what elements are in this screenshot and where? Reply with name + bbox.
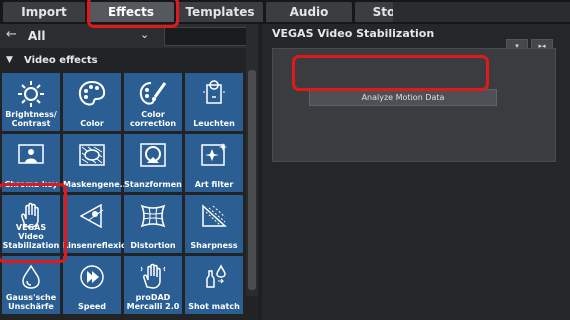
tab-bar: Import Effects Templates Audio Store [0,0,570,24]
lens-flare-icon [79,203,104,229]
sparkle-frame-icon [201,143,227,166]
shape-cut-icon [140,143,166,167]
triangle-down-icon[interactable]: ▼ [6,55,13,65]
analyze-motion-data-button[interactable]: Analyze Motion Data [309,89,497,106]
highlight-effects-tab [87,0,179,28]
effect-tile-brightness[interactable]: Brightness/ Contrast [2,73,60,131]
effect-label: Color correction [129,110,177,128]
effect-label: Color [80,119,104,128]
person-screen-icon [18,144,44,164]
sharpness-icon [202,204,227,227]
effect-label: Stanzformen [124,180,182,189]
effect-tile-color-correction[interactable]: Color correction [124,73,182,131]
effect-label: Speed [77,302,107,311]
effect-tile-linsenreflexion[interactable]: Linsenreflexion [63,195,133,253]
highlight-analyze-button [292,55,489,91]
search-input[interactable] [164,27,256,46]
effect-label: Distortion [130,241,176,250]
tab-import[interactable]: Import [3,2,85,22]
chevron-down-icon[interactable]: ⌄ [140,28,149,41]
effect-tile-sharpness[interactable]: Sharpness [185,195,243,253]
effect-tile-leuchten[interactable]: Leuchten [185,73,243,131]
effect-tile-shot-match[interactable]: Shot match [185,256,243,314]
scrollbar-thumb[interactable] [248,70,256,290]
grid-distort-icon [140,204,166,228]
effect-tile-maskengenerator[interactable]: Maskengene... [63,134,129,192]
tab-templates[interactable]: Templates [177,2,263,22]
effect-label: Gauss'sche Unschärfe [5,293,57,311]
tab-audio[interactable]: Audio [266,2,352,22]
tab-strip-filler [393,2,570,22]
palette-brush-icon [139,82,167,105]
speed-icon [80,265,104,289]
effect-tile-art-filter[interactable]: Art filter [185,134,243,192]
effect-tile-speed[interactable]: Speed [63,256,121,314]
lamp-icon [203,80,225,104]
color-match-icon [206,264,226,288]
sun-icon [18,81,44,107]
panel-title: VEGAS Video Stabilization [272,27,435,40]
effect-tile-stanzformen[interactable]: Stanzformen [124,134,182,192]
effect-label: proDAD Mercalli 2.0 [126,293,180,311]
effect-tile-distortion[interactable]: Distortion [124,195,182,253]
category-filter-label[interactable]: All [28,29,46,43]
effect-label: Art filter [194,180,234,189]
effect-label: Leuchten [193,119,235,128]
effects-browser: ← All ⌄ ▼ Video effects Brightness/ Cont… [0,24,258,320]
effect-label: Shot match [188,302,240,311]
palette-icon [78,80,106,106]
highlight-stabilization-tile [0,183,67,263]
section-header[interactable]: ▼ Video effects [0,51,246,71]
arrow-left-icon[interactable]: ← [6,27,17,42]
section-title: Video effects [24,55,98,66]
effect-label: Brightness/ Contrast [5,110,57,128]
effect-tile-gauss-blur[interactable]: Gauss'sche Unschärfe [2,256,60,314]
droplet-icon [22,264,40,289]
effect-tile-prodad-mercalli[interactable]: proDAD Mercalli 2.0 [124,256,182,314]
hand-icon [140,263,166,289]
mask-pattern-icon [79,144,105,166]
effect-label: Maskengene... [63,180,129,189]
effect-label: Linsenreflexion [63,241,133,250]
effect-label: Sharpness [190,241,238,250]
effect-tile-color[interactable]: Color [63,73,121,131]
